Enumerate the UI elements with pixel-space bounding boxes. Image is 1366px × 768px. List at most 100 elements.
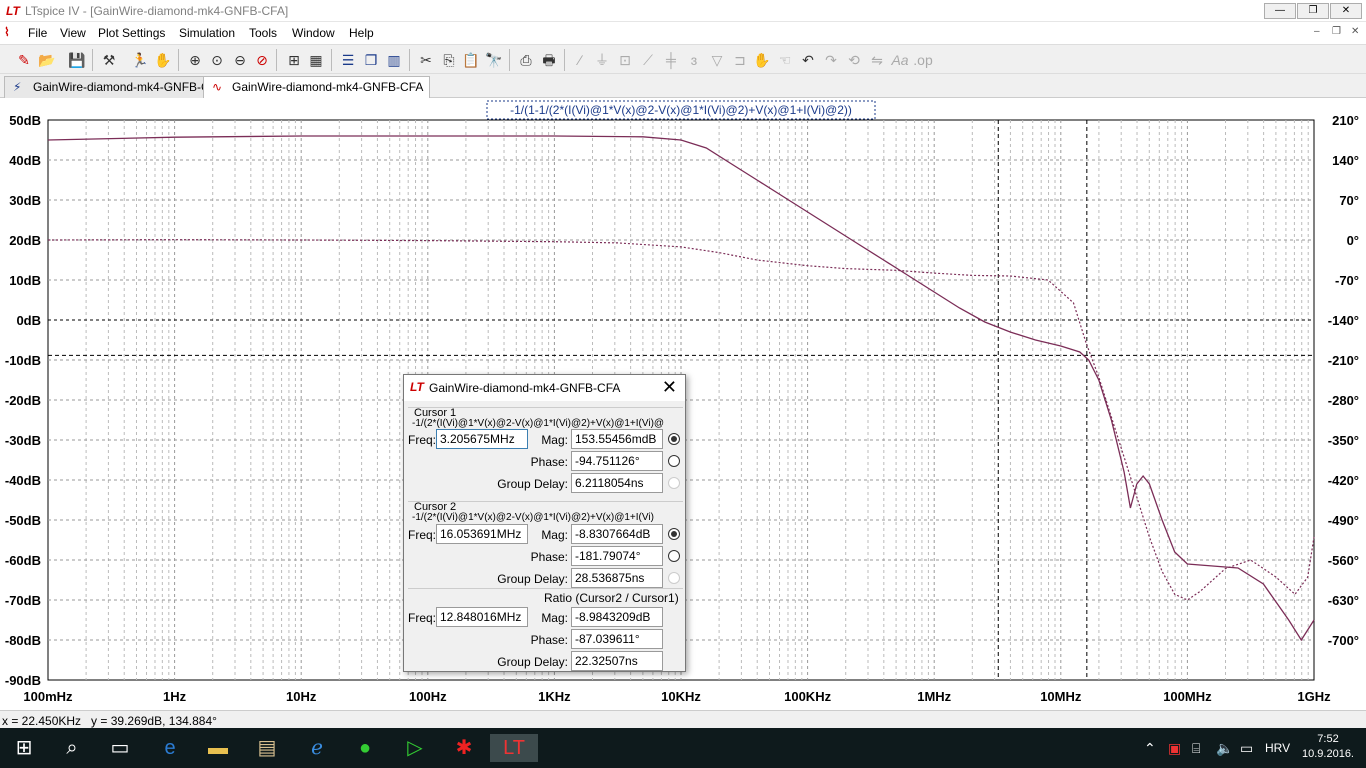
left-axis-tick-label: -40dB — [5, 473, 41, 488]
find-icon[interactable]: 🔭 — [484, 50, 504, 70]
ground-icon[interactable]: ⏚ — [592, 50, 612, 70]
edge-browser-icon[interactable]: e — [156, 734, 184, 762]
undo-icon[interactable]: ↶ — [798, 50, 818, 70]
search-icon[interactable]: ⌕ — [58, 734, 86, 762]
run-icon[interactable]: 🏃 — [130, 50, 150, 70]
copy-icon[interactable]: ⎘ — [439, 50, 459, 70]
tray-acrobat-icon[interactable]: ▣ — [1168, 740, 1181, 757]
mirror-icon[interactable]: ⇋ — [867, 50, 887, 70]
tab-schematic[interactable]: ⚡ GainWire-diamond-mk4-GNFB-CFA — [4, 76, 232, 98]
zoom-in-icon[interactable]: ⊕ — [185, 50, 205, 70]
control-panel-icon[interactable]: ⚒ — [99, 50, 119, 70]
close-icon[interactable]: ✕ — [662, 377, 677, 398]
save-icon[interactable]: 💾 — [67, 50, 87, 70]
tile-horizontal-icon[interactable]: ☰ — [338, 50, 358, 70]
folder-icon[interactable]: ▤ — [253, 734, 281, 762]
ratio-freq-label: Freq: — [408, 611, 437, 625]
tray-notification-icon[interactable]: ▭ — [1240, 740, 1253, 757]
mdi-minimize-button[interactable]: ‒ — [1314, 26, 1320, 37]
autorange-icon[interactable]: ⊞ — [284, 50, 304, 70]
app-green-icon[interactable]: ● — [351, 734, 379, 762]
cascade-icon[interactable]: ❐ — [361, 50, 381, 70]
tray-volume-icon[interactable]: 🔈 — [1216, 740, 1233, 757]
tab-waveform[interactable]: ∿ GainWire-diamond-mk4-GNFB-CFA — [203, 76, 431, 98]
inductor-icon[interactable]: ɜ — [684, 50, 704, 70]
menu-view[interactable]: View — [60, 26, 86, 40]
resistor-icon[interactable]: ⟋ — [638, 50, 658, 70]
ratio-mag-field[interactable]: -8.9843209dB — [571, 607, 663, 627]
trace-label[interactable]: -1/(1-1/(2*(I(Vi)@1*V(x)@2-V(x)@1*I(Vi)@… — [510, 103, 852, 117]
mdi-close-button[interactable]: ✕ — [1351, 26, 1359, 37]
text-icon[interactable]: Aa — [890, 50, 910, 70]
ratio-freq-field[interactable]: 12.848016MHz — [436, 607, 528, 627]
tile-vertical-icon[interactable]: ▥ — [384, 50, 404, 70]
cursor2-group-delay-radio[interactable] — [668, 572, 680, 584]
cursor1-mag-field[interactable]: 153.55456mdB — [571, 429, 663, 449]
minimize-button[interactable]: — — [1264, 3, 1296, 19]
menu-help[interactable]: Help — [349, 26, 374, 40]
wire-icon[interactable]: ∕ — [570, 50, 590, 70]
new-schematic-icon[interactable]: ✎ — [14, 50, 34, 70]
component-icon[interactable]: ⊐ — [730, 50, 750, 70]
tray-network-icon[interactable]: ⌸ — [1192, 740, 1200, 757]
grid-icon[interactable]: ▦ — [306, 50, 326, 70]
zoom-cancel-icon[interactable]: ⊘ — [252, 50, 272, 70]
file-explorer-icon[interactable]: ▬ — [204, 734, 232, 762]
open-icon[interactable]: 📂 — [37, 50, 57, 70]
menu-simulation[interactable]: Simulation — [179, 26, 235, 40]
close-button[interactable]: ✕ — [1330, 3, 1362, 19]
clock[interactable]: 7:52 10.9.2016. — [1302, 732, 1354, 762]
menu-file[interactable]: File — [28, 26, 47, 40]
cursor1-mag-radio[interactable] — [668, 433, 680, 445]
cursor1-group-delay-field[interactable]: 6.2118054ns — [571, 473, 663, 493]
right-axis-tick-label: -350° — [1328, 433, 1359, 448]
redo-icon[interactable]: ↷ — [821, 50, 841, 70]
cursor-dialog[interactable]: LT GainWire-diamond-mk4-GNFB-CFA ✕ Curso… — [403, 374, 686, 672]
cursor2-phase-radio[interactable] — [668, 550, 680, 562]
mdi-restore-button[interactable]: ❐ — [1332, 26, 1341, 37]
cursor2-mag-radio[interactable] — [668, 528, 680, 540]
task-view-icon[interactable]: ▭ — [106, 734, 134, 762]
ratio-group-delay-label: Group Delay: — [497, 655, 568, 669]
cursor2-freq-label: Freq: — [408, 528, 437, 542]
ltspice-taskbar-icon[interactable]: LT — [490, 734, 538, 762]
right-axis-tick-label: -210° — [1328, 353, 1359, 368]
toolbar: ✎ 📂 💾 ⚒ 🏃 ✋ ⊕ ⊙ ⊖ ⊘ ⊞ ▦ ☰ ❐ ▥ ✂ ⎘ 📋 🔭 ⎙ … — [0, 44, 1366, 74]
rotate-icon[interactable]: ⟲ — [844, 50, 864, 70]
app-red-icon[interactable]: ✱ — [450, 734, 478, 762]
print-icon[interactable]: 🖶 — [539, 50, 559, 70]
restore-button[interactable]: ❐ — [1297, 3, 1329, 19]
spice-directive-icon[interactable]: .op — [913, 50, 933, 70]
halt-icon[interactable]: ✋ — [153, 50, 173, 70]
cursor2-group-delay-field[interactable]: 28.536875ns — [571, 568, 663, 588]
tray-chevron-icon[interactable]: ⌃ — [1144, 740, 1156, 757]
menu-plot-settings[interactable]: Plot Settings — [98, 26, 165, 40]
app-opamp-icon[interactable]: ▷ — [401, 734, 429, 762]
cut-icon[interactable]: ✂ — [416, 50, 436, 70]
cursor1-phase-radio[interactable] — [668, 455, 680, 467]
cursor2-freq-field[interactable]: 16.053691MHz — [436, 524, 528, 544]
ratio-group-delay-field[interactable]: 22.32507ns — [571, 651, 663, 671]
internet-explorer-icon[interactable]: ℯ — [303, 734, 331, 762]
cursor1-freq-field[interactable]: 3.205675MHz — [436, 429, 528, 449]
windows-start-icon[interactable]: ⊞ — [10, 734, 38, 762]
cursor1-group-delay-radio[interactable] — [668, 477, 680, 489]
cursor2-phase-field[interactable]: -181.79074° — [571, 546, 663, 566]
capacitor-icon[interactable]: ╪ — [661, 50, 681, 70]
menu-window[interactable]: Window — [292, 26, 335, 40]
zoom-out-icon[interactable]: ⊖ — [230, 50, 250, 70]
menu-tools[interactable]: Tools — [249, 26, 277, 40]
label-net-icon[interactable]: ⊡ — [615, 50, 635, 70]
paste-icon[interactable]: 📋 — [461, 50, 481, 70]
cursor-dialog-titlebar[interactable]: LT GainWire-diamond-mk4-GNFB-CFA ✕ — [404, 375, 685, 401]
zoom-fit-icon[interactable]: ⊙ — [207, 50, 227, 70]
cursor1-phase-field[interactable]: -94.751126° — [571, 451, 663, 471]
print-setup-icon[interactable]: ⎙ — [516, 50, 536, 70]
ratio-phase-field[interactable]: -87.039611° — [571, 629, 663, 649]
drag-icon[interactable]: ☜ — [775, 50, 795, 70]
cursor2-mag-field[interactable]: -8.8307664dB — [571, 524, 663, 544]
diode-icon[interactable]: ▽ — [707, 50, 727, 70]
waveform-window-icon[interactable]: ⌇ — [4, 25, 20, 41]
move-icon[interactable]: ✋ — [752, 50, 772, 70]
language-indicator[interactable]: HRV — [1265, 741, 1290, 755]
